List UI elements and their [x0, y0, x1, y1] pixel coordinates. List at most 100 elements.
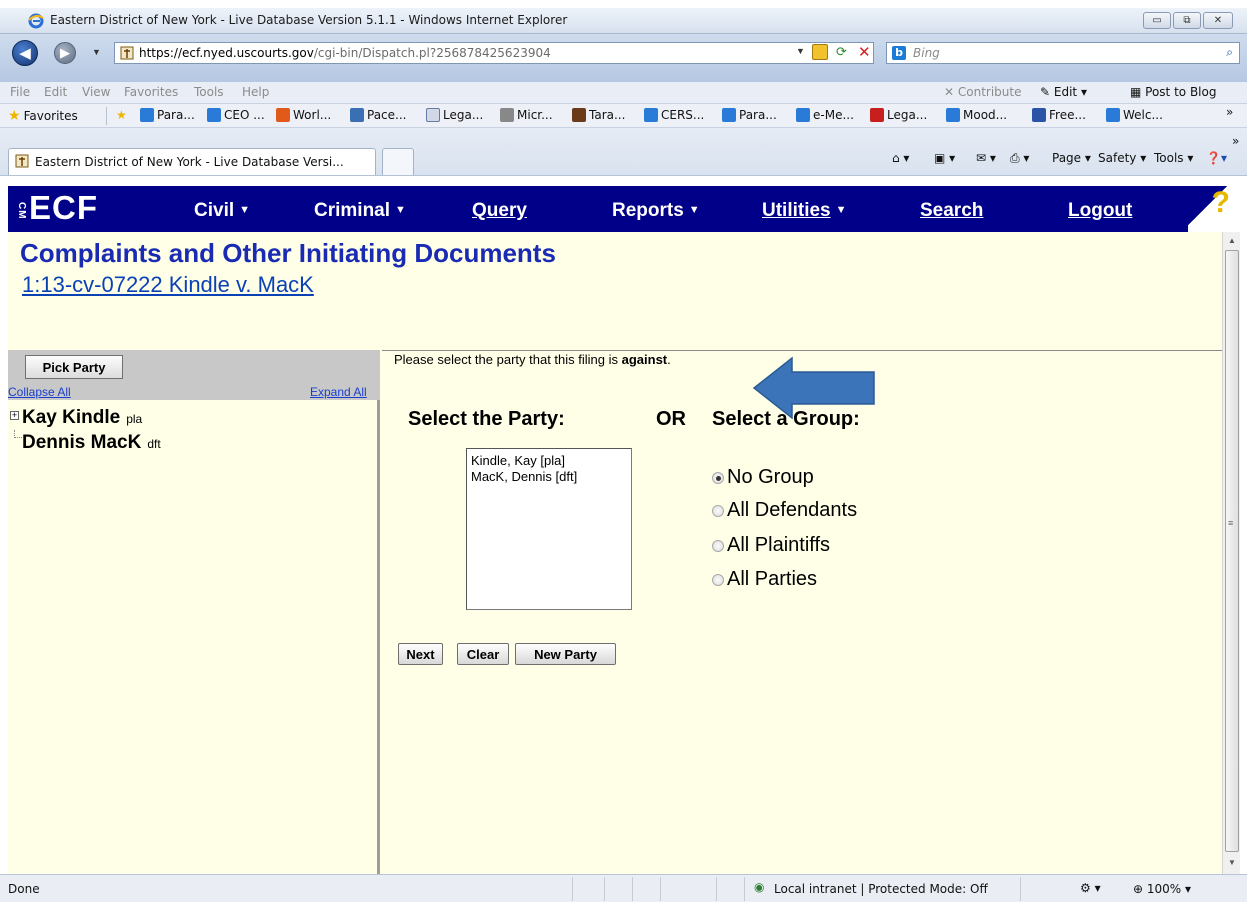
address-input[interactable]: https://ecf.nyed.uscourts.gov/cgi-bin/Di…	[114, 42, 874, 64]
annotation-arrow-icon	[752, 356, 875, 420]
back-button[interactable]: ◀	[12, 40, 38, 66]
clear-button[interactable]: Clear	[457, 643, 509, 665]
favorite-link[interactable]: Worl...	[276, 108, 331, 122]
window-title-bar: Eastern District of New York - Live Data…	[0, 8, 1247, 34]
print-icon[interactable]: ⎙ ▾	[1010, 151, 1029, 166]
edit-button[interactable]: ✎ Edit ▾	[1040, 85, 1087, 99]
tree-party-kay-kindle[interactable]: Kay Kindle pla	[22, 407, 142, 429]
tree-party-dennis-mack[interactable]: Dennis MacK dft	[22, 432, 161, 454]
favorite-link[interactable]: CERS...	[644, 108, 704, 122]
add-favorite-icon[interactable]: ★	[116, 108, 127, 122]
site-icon	[276, 108, 290, 122]
favorite-label: Para...	[739, 108, 777, 122]
menu-help[interactable]: Help	[242, 85, 269, 99]
address-dropdown-icon[interactable]: ▼	[796, 46, 805, 56]
ecf-help-button[interactable]: ?	[1188, 186, 1240, 232]
post-to-blog-button[interactable]: ▦ Post to Blog	[1130, 85, 1216, 99]
menu-favorites[interactable]: Favorites	[124, 85, 178, 99]
favorite-link[interactable]: Tara...	[572, 108, 625, 122]
more-commands-icon[interactable]: »	[1232, 134, 1239, 148]
expand-all-link[interactable]: Expand All	[310, 385, 367, 399]
favorite-link[interactable]: Lega...	[870, 108, 927, 122]
favorite-link[interactable]: CEO ...	[207, 108, 265, 122]
party-role: pla	[126, 412, 143, 426]
history-dropdown-icon[interactable]: ▼	[92, 47, 101, 57]
favorite-link[interactable]: e-Me...	[796, 108, 854, 122]
page-title: Complaints and Other Initiating Document…	[20, 238, 556, 268]
radio-label: No Group	[727, 466, 814, 488]
party-listbox[interactable]: Kindle, Kay [pla] MacK, Dennis [dft]	[466, 448, 632, 610]
menu-tools[interactable]: Tools	[194, 85, 224, 99]
lock-icon[interactable]	[812, 44, 828, 60]
site-icon	[870, 108, 884, 122]
help-icon[interactable]: ❓▾	[1206, 151, 1227, 165]
favorite-label: Mood...	[963, 108, 1008, 122]
tools-menu-button[interactable]: Tools ▾	[1154, 151, 1193, 165]
status-divider	[716, 877, 717, 901]
nav-query[interactable]: Query	[472, 200, 527, 222]
favorite-link[interactable]: Welc...	[1106, 108, 1163, 122]
restore-button[interactable]: ⧉	[1173, 12, 1201, 29]
close-window-button[interactable]: ✕	[1203, 12, 1233, 29]
contribute-button[interactable]: ✕ Contribute	[944, 85, 1021, 99]
page-menu-button[interactable]: Page ▾	[1052, 151, 1091, 165]
protected-mode-icon[interactable]: ⚙ ▾	[1080, 881, 1101, 895]
favorite-label: Para...	[157, 108, 195, 122]
collapse-all-link[interactable]: Collapse All	[8, 385, 71, 399]
favorites-button[interactable]: ★ Favorites	[8, 108, 78, 124]
group-radio-all-parties[interactable]: All Parties	[712, 568, 817, 591]
favorite-label: Tara...	[589, 108, 626, 122]
page-menu-label: Page	[1052, 151, 1082, 165]
favorite-link[interactable]: Free...	[1032, 108, 1086, 122]
scroll-up-icon[interactable]: ▲	[1228, 236, 1236, 245]
refresh-icon[interactable]: ⟳	[836, 44, 847, 60]
vertical-scrollbar[interactable]: ▲ ≡ ▼	[1222, 232, 1240, 874]
forward-button[interactable]: ▶	[54, 42, 76, 64]
window-controls: ▭ ⧉ ✕	[1143, 12, 1233, 29]
tab-ecf[interactable]: Eastern District of New York - Live Data…	[8, 148, 376, 175]
nav-search[interactable]: Search	[920, 200, 983, 222]
search-input[interactable]: b Bing ⌕	[886, 42, 1240, 64]
menu-file[interactable]: File	[10, 85, 30, 99]
nav-criminal[interactable]: Criminal ▼	[314, 200, 406, 222]
post-to-blog-label: Post to Blog	[1145, 85, 1217, 99]
new-party-button[interactable]: New Party	[515, 643, 616, 665]
party-option[interactable]: Kindle, Kay [pla]	[471, 453, 631, 469]
favorite-link[interactable]: Lega...	[426, 108, 483, 122]
favorite-link[interactable]: Para...	[722, 108, 777, 122]
feeds-icon[interactable]: ▣ ▾	[934, 151, 955, 165]
party-option[interactable]: MacK, Dennis [dft]	[471, 469, 631, 485]
favorite-label: Lega...	[443, 108, 484, 122]
party-tree-toolbar: Pick Party	[8, 350, 380, 384]
menu-edit[interactable]: Edit	[44, 85, 67, 99]
nav-reports[interactable]: Reports ▼	[612, 200, 700, 222]
home-icon[interactable]: ⌂ ▾	[892, 151, 909, 165]
menu-view[interactable]: View	[82, 85, 110, 99]
group-radio-all-plaintiffs[interactable]: All Plaintiffs	[712, 534, 830, 557]
minimize-button[interactable]: ▭	[1143, 12, 1171, 29]
stop-icon[interactable]: ✕	[858, 43, 871, 61]
nav-logout[interactable]: Logout	[1068, 200, 1132, 222]
scroll-grip-icon: ≡	[1228, 518, 1234, 528]
new-tab-button[interactable]	[382, 148, 414, 175]
case-link[interactable]: 1:13-cv-07222 Kindle v. MacK	[22, 272, 314, 298]
more-favorites-icon[interactable]: »	[1226, 105, 1233, 119]
favorite-link[interactable]: Para...	[140, 108, 195, 122]
nav-utilities[interactable]: Utilities ▼	[762, 200, 847, 222]
scroll-thumb[interactable]	[1225, 250, 1239, 852]
group-radio-all-defendants[interactable]: All Defendants	[712, 499, 857, 522]
expand-plus-icon[interactable]: +	[10, 411, 19, 420]
pick-party-button[interactable]: Pick Party	[25, 355, 123, 379]
security-zone-text[interactable]: Local intranet | Protected Mode: Off	[774, 882, 988, 896]
favorite-link[interactable]: Micr...	[500, 108, 553, 122]
group-radio-no-group[interactable]: No Group	[712, 466, 814, 489]
favorite-link[interactable]: Pace...	[350, 108, 406, 122]
scroll-down-icon[interactable]: ▼	[1228, 858, 1236, 867]
zoom-control[interactable]: ⊕ 100% ▾	[1133, 882, 1191, 896]
favorite-link[interactable]: Mood...	[946, 108, 1007, 122]
search-icon[interactable]: ⌕	[1226, 45, 1233, 60]
nav-civil[interactable]: Civil ▼	[194, 200, 250, 222]
mail-icon[interactable]: ✉ ▾	[976, 151, 996, 165]
next-button[interactable]: Next	[398, 643, 443, 665]
safety-menu-button[interactable]: Safety ▾	[1098, 151, 1146, 165]
